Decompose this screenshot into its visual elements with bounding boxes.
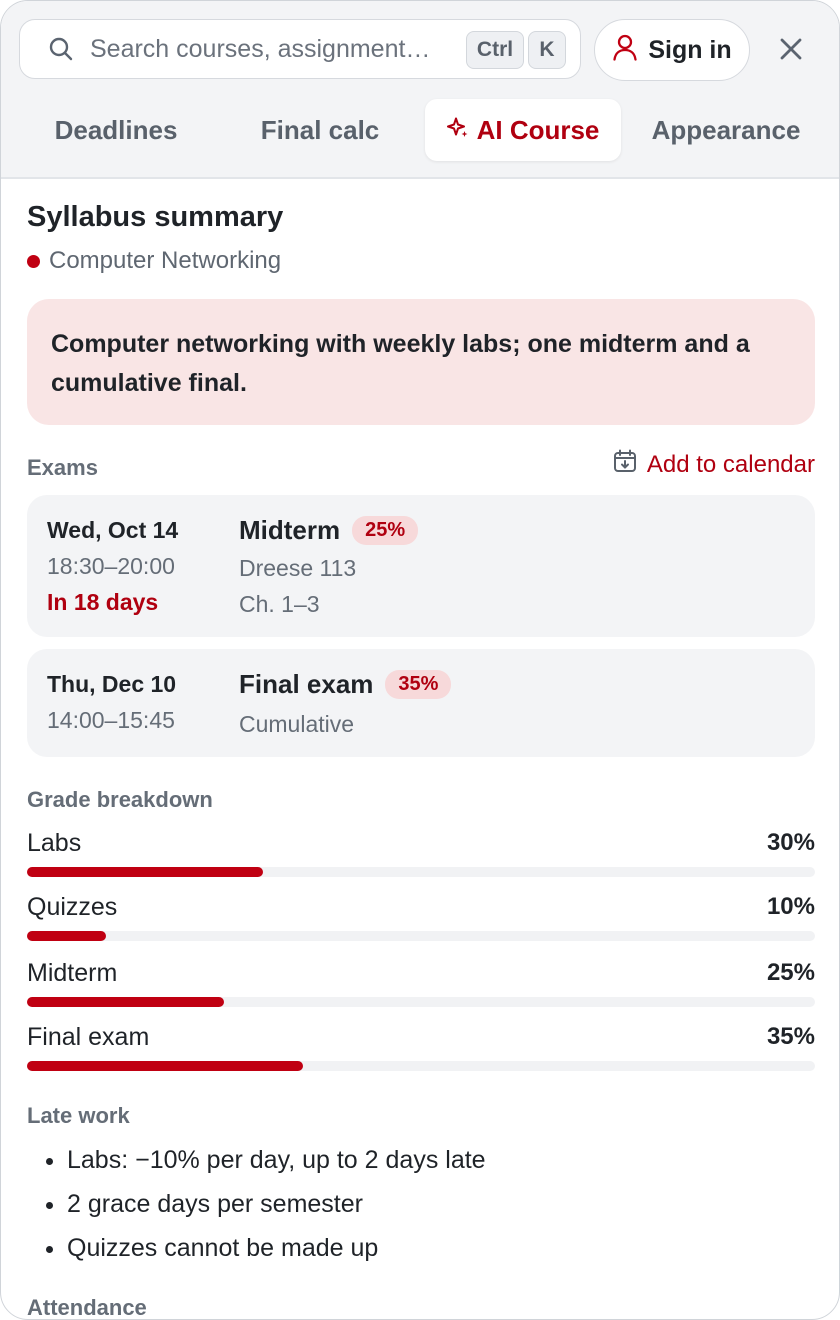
- grade-row-midterm: Midterm 25%: [27, 959, 815, 1009]
- grade-bar-track: [27, 997, 815, 1007]
- grade-label: Midterm: [27, 959, 118, 987]
- page-title: Syllabus summary: [27, 201, 284, 233]
- app-window: Ctrl K Sign in Deadlines Final calc: [0, 0, 840, 1320]
- tab-label: AI Course: [476, 114, 600, 145]
- grade-percent: 30%: [766, 829, 815, 856]
- weight-badge: 35%: [385, 670, 452, 699]
- sparkle-icon: [446, 115, 469, 146]
- tab-final-calc[interactable]: Final calc: [221, 99, 419, 161]
- grade-label: Labs: [27, 829, 82, 857]
- tab-bar: Deadlines Final calc AI Course Appearanc…: [1, 99, 839, 161]
- grade-bar-fill: [27, 867, 263, 877]
- grade-percent: 35%: [766, 1023, 815, 1050]
- exam-countdown: In 18 days: [47, 589, 159, 615]
- exam-name-row: Final exam 35%: [239, 669, 452, 700]
- close-button[interactable]: [767, 27, 815, 75]
- exam-time: 18:30–20:00: [47, 553, 175, 579]
- grade-bar-track: [27, 1061, 815, 1071]
- sign-in-label: Sign in: [648, 35, 732, 64]
- exam-coverage: Ch. 1–3: [239, 591, 320, 617]
- course-tag: Computer Networking: [27, 247, 281, 275]
- search-box[interactable]: Ctrl K: [19, 19, 581, 79]
- summary-card: Computer networking with weekly labs; on…: [27, 299, 815, 425]
- exam-coverage: Cumulative: [239, 711, 355, 737]
- add-to-calendar-label: Add to calendar: [646, 450, 815, 478]
- exam-name: Midterm: [239, 515, 341, 545]
- grade-percent: 10%: [766, 893, 815, 920]
- search-icon: [48, 36, 74, 62]
- attendance-heading: Attendance: [27, 1295, 147, 1320]
- exam-card[interactable]: Wed, Oct 14 18:30–20:00 In 18 days Midte…: [27, 495, 815, 637]
- tab-appearance[interactable]: Appearance: [627, 99, 825, 161]
- search-input[interactable]: [90, 34, 440, 64]
- late-work-list: Labs: −10% per day, up to 2 days late 2 …: [27, 1143, 486, 1275]
- exams-heading: Exams: [27, 455, 98, 480]
- tab-label: Final calc: [260, 114, 380, 145]
- grade-row-quizzes: Quizzes 10%: [27, 893, 815, 943]
- exam-date: Thu, Dec 10: [47, 671, 177, 697]
- grade-bar-track: [27, 867, 815, 877]
- calendar-icon: [613, 449, 637, 480]
- shortcut-key-ctrl: Ctrl: [466, 31, 524, 69]
- course-name: Computer Networking: [49, 247, 282, 274]
- grade-bar-fill: [27, 931, 106, 941]
- exam-card[interactable]: Thu, Dec 10 14:00–15:45 Final exam 35% C…: [27, 649, 815, 757]
- add-to-calendar-button[interactable]: Add to calendar: [613, 449, 815, 480]
- list-item: Labs: −10% per day, up to 2 days late: [67, 1143, 486, 1187]
- list-item: Quizzes cannot be made up: [67, 1231, 486, 1275]
- close-icon: [779, 37, 803, 66]
- grade-bar-track: [27, 931, 815, 941]
- weight-badge: 25%: [352, 516, 419, 545]
- grade-row-final-exam: Final exam 35%: [27, 1023, 815, 1073]
- grade-label: Quizzes: [27, 893, 118, 921]
- grade-label: Final exam: [27, 1023, 150, 1051]
- tab-ai-course[interactable]: AI Course: [425, 99, 621, 161]
- tab-label: Appearance: [651, 114, 801, 145]
- exam-location: Dreese 113: [239, 555, 357, 581]
- summary-text: Computer networking with weekly labs; on…: [51, 330, 750, 397]
- exam-time: 14:00–15:45: [47, 707, 175, 733]
- tab-label: Deadlines: [54, 114, 178, 145]
- grade-bar-fill: [27, 1061, 303, 1071]
- list-item: 2 grace days per semester: [67, 1187, 486, 1231]
- user-icon: [612, 33, 638, 68]
- exam-name-row: Midterm 25%: [239, 515, 419, 546]
- grade-row-labs: Labs 30%: [27, 829, 815, 879]
- sign-in-button[interactable]: Sign in: [594, 19, 750, 81]
- exam-name: Final exam: [239, 669, 374, 699]
- grade-percent: 25%: [766, 959, 815, 986]
- course-color-dot: [27, 254, 40, 268]
- grade-bar-fill: [27, 997, 224, 1007]
- late-work-heading: Late work: [27, 1103, 130, 1128]
- grade-breakdown-heading: Grade breakdown: [27, 787, 213, 812]
- tab-deadlines[interactable]: Deadlines: [17, 99, 215, 161]
- shortcut-key-k: K: [528, 31, 566, 69]
- exam-date: Wed, Oct 14: [47, 517, 179, 543]
- top-bar: Ctrl K Sign in Deadlines Final calc: [1, 1, 839, 179]
